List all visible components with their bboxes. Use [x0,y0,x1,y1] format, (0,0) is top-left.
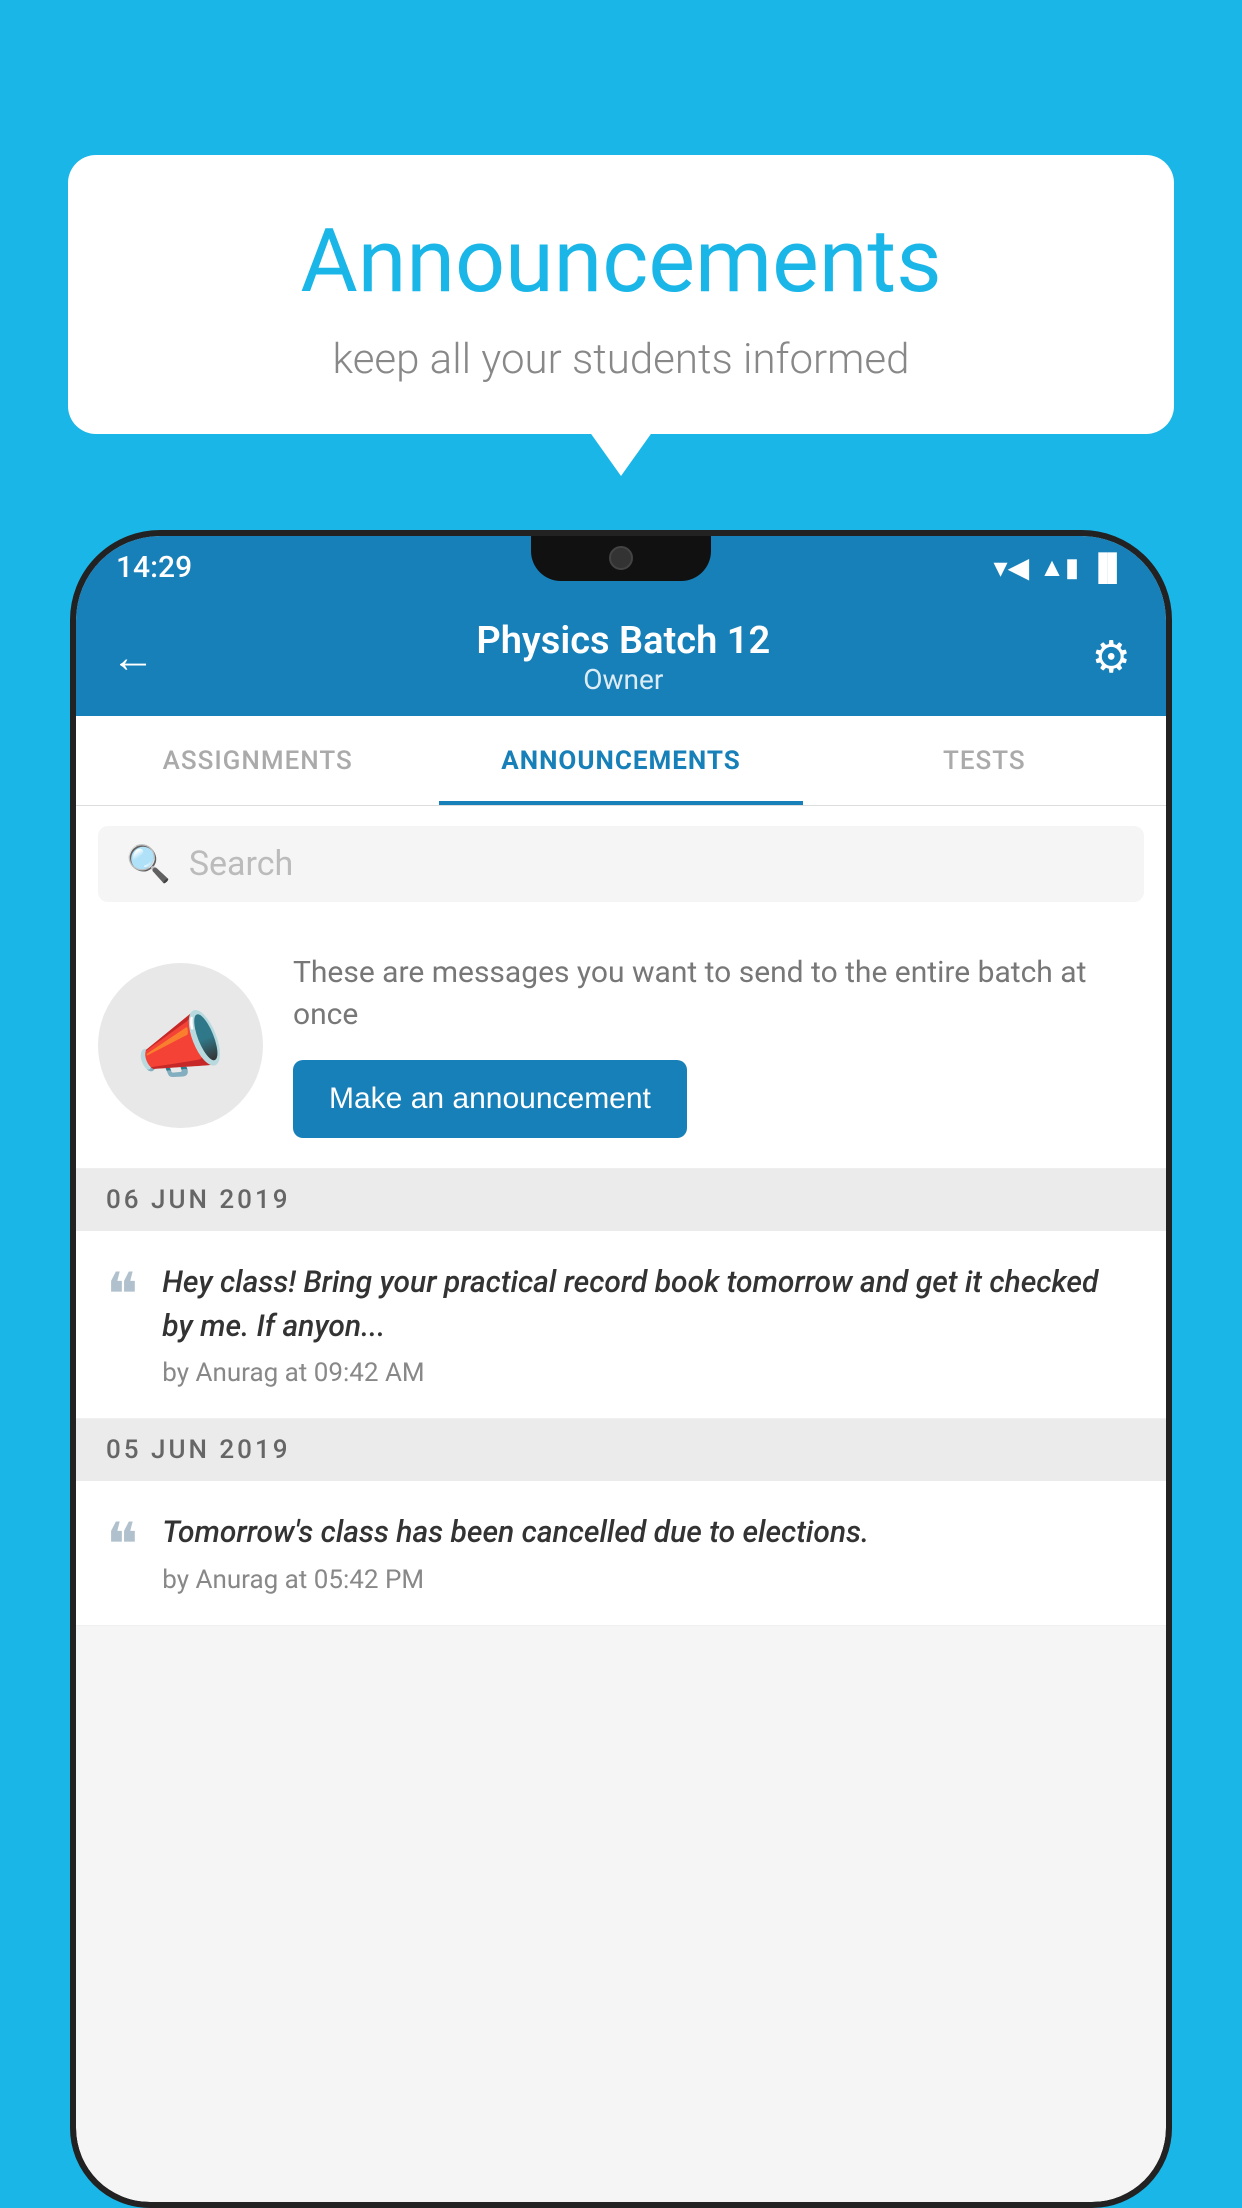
date-label-2: 05 JUN 2019 [106,1435,291,1465]
make-announcement-button[interactable]: Make an announcement [293,1060,687,1138]
bubble-subtitle: keep all your students informed [128,335,1114,384]
side-button-left-1 [70,796,74,876]
tabs-bar: ASSIGNMENTS ANNOUNCEMENTS TESTS [76,716,1166,806]
tab-assignments[interactable]: ASSIGNMENTS [76,716,439,805]
phone-notch [531,536,711,581]
quote-icon-2: ❝ [106,1515,138,1575]
back-button[interactable]: ← [111,631,155,683]
promo-description: These are messages you want to send to t… [293,952,1136,1036]
side-button-left-3 [70,1046,74,1166]
megaphone-icon: 📣 [136,1003,226,1088]
announcement-item-2[interactable]: ❝ Tomorrow's class has been cancelled du… [76,1481,1166,1626]
battery-icon: ▐▌ [1089,552,1126,583]
side-button-left-2 [70,906,74,1026]
signal-icon: ▲▮ [1039,552,1079,583]
bubble-title: Announcements [128,210,1114,313]
speech-bubble-container: Announcements keep all your students inf… [68,155,1174,434]
tab-tests[interactable]: TESTS [803,716,1166,805]
app-header: ← Physics Batch 12 Owner ⚙ [76,598,1166,716]
tab-announcements[interactable]: ANNOUNCEMENTS [439,716,802,805]
header-title: Physics Batch 12 [175,619,1072,663]
gear-icon[interactable]: ⚙ [1092,631,1131,683]
announcement-text-1: Hey class! Bring your practical record b… [162,1261,1136,1348]
date-divider-1: 06 JUN 2019 [76,1169,1166,1231]
phone-camera [609,546,633,570]
status-time: 14:29 [116,550,192,585]
speech-bubble: Announcements keep all your students inf… [68,155,1174,434]
announcement-promo: 📣 These are messages you want to send to… [76,922,1166,1169]
status-icons: ▾◀ ▲▮ ▐▌ [994,551,1126,584]
announcement-item-1[interactable]: ❝ Hey class! Bring your practical record… [76,1231,1166,1419]
phone-frame: 14:29 ▾◀ ▲▮ ▐▌ ← Physics Batch 12 Owner … [70,530,1172,2208]
quote-icon-1: ❝ [106,1265,138,1325]
phone-screen: 14:29 ▾◀ ▲▮ ▐▌ ← Physics Batch 12 Owner … [76,536,1166,2202]
announcement-text-2: Tomorrow's class has been cancelled due … [162,1511,1136,1555]
promo-avatar: 📣 [98,963,263,1128]
announcement-content-1: Hey class! Bring your practical record b… [162,1261,1136,1388]
side-button-right [1168,856,1172,976]
content-area: 🔍 Search 📣 These are messages you want t… [76,806,1166,1626]
announcement-content-2: Tomorrow's class has been cancelled due … [162,1511,1136,1595]
search-bar[interactable]: 🔍 Search [98,826,1144,902]
announcement-author-1: by Anurag at 09:42 AM [162,1358,1136,1388]
search-icon: 🔍 [126,843,171,885]
announcement-author-2: by Anurag at 05:42 PM [162,1565,1136,1595]
promo-right: These are messages you want to send to t… [293,952,1136,1138]
wifi-icon: ▾◀ [994,551,1030,584]
header-subtitle: Owner [175,663,1072,696]
header-center: Physics Batch 12 Owner [175,619,1072,696]
date-divider-2: 05 JUN 2019 [76,1419,1166,1481]
date-label-1: 06 JUN 2019 [106,1185,291,1215]
search-placeholder: Search [189,844,293,884]
